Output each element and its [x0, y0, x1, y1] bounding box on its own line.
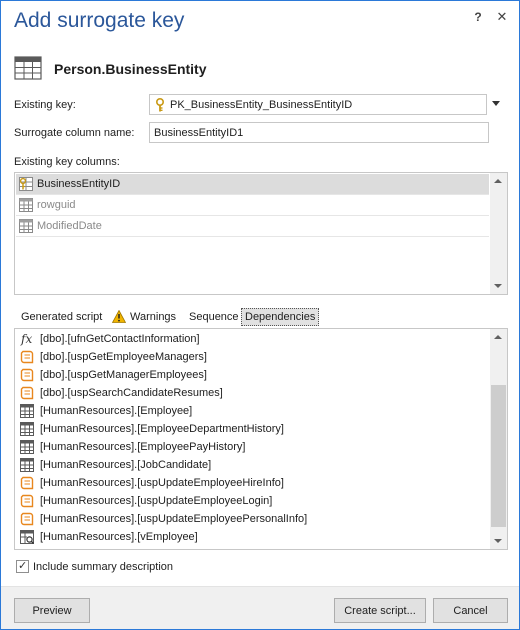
- cancel-button[interactable]: Cancel: [433, 598, 508, 623]
- scroll-down-icon[interactable]: [494, 284, 502, 288]
- dependency-name: [dbo].[uspSearchCandidateResumes]: [40, 387, 223, 399]
- summary-checkbox[interactable]: ✓: [16, 560, 29, 573]
- dependency-name: [HumanResources].[EmployeePayHistory]: [40, 441, 246, 453]
- procedure-icon: [20, 350, 34, 367]
- list-item[interactable]: [dbo].[uspGetEmployeeManagers]: [16, 348, 490, 366]
- tab-dependencies[interactable]: Dependencies: [241, 308, 320, 326]
- preview-button[interactable]: Preview: [14, 598, 90, 623]
- existing-key-dropdown[interactable]: PK_BusinessEntity_BusinessEntityID: [149, 94, 507, 115]
- existing-key-columns-list[interactable]: BusinessEntityID rowguid ModifiedDate: [14, 172, 508, 295]
- dialog-title: Add surrogate key: [14, 9, 185, 32]
- dependency-name: [HumanResources].[uspUpdateEmployeeHireI…: [40, 477, 284, 489]
- list-item[interactable]: [HumanResources].[vEmployee]: [16, 528, 490, 546]
- surrogate-column-input[interactable]: [149, 122, 489, 143]
- list-item[interactable]: [HumanResources].[uspUpdateEmployeeLogin…: [16, 492, 490, 510]
- list-item[interactable]: [HumanResources].[EmployeeDepartmentHist…: [16, 420, 490, 438]
- create-script-button[interactable]: Create script...: [334, 598, 426, 623]
- dialog-window: Add surrogate key ? ✕ Person.BusinessEnt…: [0, 0, 520, 630]
- summary-checkbox-label[interactable]: Include summary description: [33, 561, 173, 573]
- dependencies-scrollbar[interactable]: [490, 329, 507, 549]
- table-icon: [20, 404, 34, 421]
- dependency-name: [HumanResources].[Employee]: [40, 405, 193, 417]
- procedure-icon: [20, 512, 34, 529]
- table-icon: [14, 56, 42, 83]
- row-divider: [16, 236, 489, 237]
- dependency-name: [dbo].[uspGetManagerEmployees]: [40, 369, 207, 381]
- list-item[interactable]: ModifiedDate: [16, 216, 489, 236]
- warning-icon: [111, 309, 127, 326]
- dependencies-list[interactable]: [HumanResources].[vEmployee] [HumanResour…: [14, 328, 508, 550]
- svg-text:fx: fx: [20, 332, 32, 346]
- view-icon: [20, 530, 34, 547]
- dependency-name: [HumanResources].[EmployeeDepartmentHist…: [40, 423, 284, 435]
- key-columns-scrollbar[interactable]: [490, 173, 507, 294]
- key-icon: [154, 97, 166, 115]
- close-button[interactable]: ✕: [490, 7, 514, 27]
- checkmark-icon: ✓: [18, 560, 28, 572]
- dependency-name: [HumanResources].[uspUpdateEmployeePerso…: [40, 513, 308, 525]
- existing-key-value: PK_BusinessEntity_BusinessEntityID: [170, 99, 353, 111]
- list-item[interactable]: [dbo].[uspGetManagerEmployees]: [16, 366, 490, 384]
- table-icon: [20, 422, 34, 439]
- list-item[interactable]: [HumanResources].[EmployeePayHistory]: [16, 438, 490, 456]
- list-item[interactable]: [HumanResources].[JobCandidate]: [16, 456, 490, 474]
- entity-name: Person.BusinessEntity: [54, 61, 207, 77]
- dependency-name: [HumanResources].[uspUpdateEmployeeLogin…: [40, 495, 273, 507]
- list-item[interactable]: [HumanResources].[Employee]: [16, 402, 490, 420]
- button-bar: Preview Create script... Cancel: [1, 586, 519, 629]
- list-item[interactable]: [dbo].[uspSearchCandidateResumes]: [16, 384, 490, 402]
- list-item[interactable]: [HumanResources].[uspUpdateEmployeePerso…: [16, 510, 490, 528]
- key-column-icon: [19, 177, 33, 194]
- existing-key-label: Existing key:: [14, 99, 76, 111]
- list-item[interactable]: fx [dbo].[ufnGetContactInformation]: [16, 330, 490, 348]
- column-name: BusinessEntityID: [37, 178, 121, 190]
- column-icon: [19, 219, 33, 236]
- dependency-name: [HumanResources].[JobCandidate]: [40, 459, 212, 471]
- procedure-icon: [20, 476, 34, 493]
- scroll-up-icon[interactable]: [494, 179, 502, 183]
- dependency-name: [dbo].[uspGetEmployeeManagers]: [40, 351, 207, 363]
- list-item[interactable]: [HumanResources].[uspUpdateEmployeeHireI…: [16, 474, 490, 492]
- procedure-icon: [20, 368, 34, 385]
- list-item[interactable]: rowguid: [16, 195, 489, 215]
- column-name: ModifiedDate: [37, 220, 102, 232]
- help-button[interactable]: ?: [466, 7, 490, 27]
- scroll-down-icon[interactable]: [494, 539, 502, 543]
- existing-key-columns-label: Existing key columns:: [14, 156, 120, 168]
- chevron-down-icon[interactable]: [492, 101, 500, 106]
- function-icon: fx: [20, 332, 36, 349]
- existing-key-field[interactable]: PK_BusinessEntity_BusinessEntityID: [149, 94, 487, 115]
- column-name: rowguid: [37, 199, 76, 211]
- title-bar: Add surrogate key ? ✕: [1, 1, 519, 47]
- table-icon: [20, 458, 34, 475]
- tab-sequence[interactable]: Sequence: [189, 308, 239, 326]
- dependency-name: [dbo].[ufnGetContactInformation]: [40, 333, 200, 345]
- column-icon: [19, 198, 33, 215]
- scrollbar-thumb[interactable]: [491, 385, 506, 527]
- dependency-name: [HumanResources].[vEmployee]: [40, 531, 198, 543]
- list-item[interactable]: BusinessEntityID: [16, 174, 489, 194]
- surrogate-column-label: Surrogate column name:: [14, 127, 135, 139]
- tab-generated-script[interactable]: Generated script: [21, 308, 102, 326]
- procedure-icon: [20, 386, 34, 403]
- procedure-icon: [20, 494, 34, 511]
- table-icon: [20, 440, 34, 457]
- tab-warnings[interactable]: Warnings: [130, 308, 176, 326]
- scroll-up-icon[interactable]: [494, 335, 502, 339]
